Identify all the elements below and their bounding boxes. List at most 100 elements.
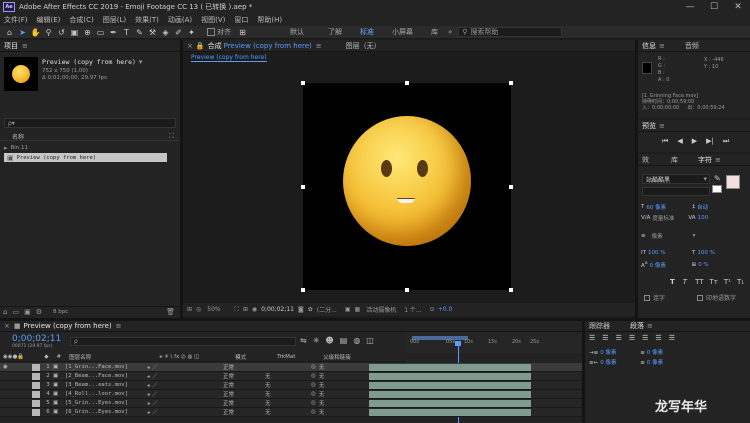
tab-preview[interactable]: 预览	[642, 121, 656, 131]
close-tab-icon[interactable]: ×	[187, 42, 193, 50]
exposure-value[interactable]: +0.0	[438, 306, 453, 313]
zoom-tool-icon[interactable]: ⚲	[43, 27, 54, 38]
timeline-timecode[interactable]: 0;00;02;11	[12, 334, 61, 344]
layer-trkmat[interactable]: 无	[265, 390, 311, 398]
menu-animation[interactable]: 动画(A)	[168, 15, 192, 25]
work-area-bar[interactable]	[412, 336, 468, 340]
menu-view[interactable]: 视图(V)	[201, 15, 225, 25]
search-help-field[interactable]: ⚲ 搜索帮助	[458, 27, 563, 37]
graph-editor-icon[interactable]: ◫	[366, 336, 374, 345]
column-mode[interactable]: 模式	[235, 353, 277, 361]
layer-trkmat[interactable]: 无	[265, 408, 311, 416]
layer-mode[interactable]: 正常	[223, 390, 265, 398]
workspace-learn[interactable]: 了解	[328, 27, 342, 37]
menu-window[interactable]: 窗口	[234, 15, 248, 25]
transform-handle[interactable]	[405, 81, 409, 85]
kerning-value[interactable]: 度量标准	[652, 214, 688, 222]
layer-duration-bar[interactable]	[368, 381, 531, 389]
justify-left-icon[interactable]: ☰	[629, 334, 635, 342]
lock-icon[interactable]: 🔒	[196, 42, 205, 50]
indent-left-value[interactable]: 0 像素	[600, 348, 640, 358]
close-icon[interactable]: ✕	[726, 0, 750, 14]
menu-composition[interactable]: 合成(C)	[69, 15, 93, 25]
tab-tracker[interactable]: 跟踪器	[589, 321, 610, 331]
home-icon[interactable]: ⌂	[4, 27, 15, 38]
type-tool-icon[interactable]: T	[121, 27, 132, 38]
label-swatch[interactable]	[32, 372, 40, 380]
comp-timecode[interactable]: 0;00;02;11	[261, 306, 294, 313]
tab-layer[interactable]: 图层（无）	[346, 41, 381, 51]
transform-handle[interactable]	[509, 81, 513, 85]
label-swatch[interactable]	[32, 390, 40, 398]
panel-menu-icon[interactable]: ≡	[116, 322, 122, 330]
layer-parent[interactable]: 无	[319, 390, 361, 398]
layer-mode[interactable]: 正常	[223, 363, 265, 371]
zoom-dropdown[interactable]: 50%	[207, 306, 220, 313]
layer-row[interactable]: 3 ▣ [3_Beam...eats.mov] ⚹ ／ 正常 无 ◎ 无	[0, 381, 582, 390]
label-swatch[interactable]	[32, 363, 40, 371]
tab-libraries[interactable]: 库	[671, 155, 678, 165]
layer-switches[interactable]: ⚹ ／	[147, 363, 223, 372]
transform-handle[interactable]	[301, 185, 305, 189]
clone-stamp-tool-icon[interactable]: ⚒	[147, 27, 158, 38]
align-right-icon[interactable]: ☰	[616, 334, 622, 342]
shy-icon[interactable]: ☻	[325, 336, 333, 345]
tab-info[interactable]: 信息	[642, 41, 656, 51]
playhead-handle[interactable]	[455, 341, 461, 346]
leading-value[interactable]: 自动	[697, 203, 708, 211]
bpc-label[interactable]: 8 bpc	[53, 309, 68, 315]
layer-trkmat[interactable]: 无	[265, 381, 311, 389]
menu-help[interactable]: 帮助(H)	[257, 15, 282, 25]
ligature-checkbox[interactable]	[644, 294, 650, 301]
fit-icon[interactable]: ⛶	[235, 306, 239, 314]
stroke-width-value[interactable]: 像素	[652, 232, 663, 240]
pickwhip-icon[interactable]: ◎	[311, 382, 316, 388]
minimize-icon[interactable]: —	[678, 0, 702, 14]
tab-paragraph[interactable]: 段落	[630, 321, 644, 331]
indent-right-value[interactable]: 0 像素	[600, 358, 640, 368]
align-left-icon[interactable]: ☰	[589, 334, 595, 342]
panel-menu-icon[interactable]: ≡	[659, 42, 665, 50]
layer-switches[interactable]: ⚹ ／	[147, 390, 223, 399]
resolution-dropdown[interactable]: (二分...	[317, 305, 337, 314]
layer-switches[interactable]: ⚹ ／	[147, 399, 223, 408]
eyedropper-icon[interactable]: ✎	[714, 174, 721, 183]
layer-row[interactable]: ◉ 1 ▣ [1_Grin...Face.mov] ⚹ ／ 正常 ◎ 无	[0, 363, 582, 372]
new-folder-icon[interactable]: ▭	[12, 308, 19, 316]
layer-trkmat[interactable]: 无	[265, 399, 311, 407]
layer-duration-bar[interactable]	[368, 390, 531, 398]
fill-color-swatch[interactable]	[726, 175, 740, 189]
layer-name[interactable]: [4_Roll...loor.mov]	[65, 391, 147, 397]
visibility-icon[interactable]: ◉	[3, 364, 29, 370]
transform-handle[interactable]	[301, 81, 305, 85]
layer-row[interactable]: 2 ▣ [2_Beam...Face.mov] ⚹ ／ 正常 无 ◎ 无	[0, 372, 582, 381]
panel-menu-icon[interactable]: ≡	[316, 42, 322, 50]
rectangle-tool-icon[interactable]: ▭	[95, 27, 106, 38]
layer-row[interactable]: 6 ▣ [6_Grin...Eyes.mov] ⚹ ／ 正常 无 ◎ 无	[0, 408, 582, 417]
panel-menu-icon[interactable]: ≡	[659, 122, 665, 130]
hand-tool-icon[interactable]: ✋	[30, 27, 41, 38]
layer-mode[interactable]: 正常	[223, 381, 265, 389]
reset-exposure-icon[interactable]: ⊙	[430, 306, 435, 313]
color-icon[interactable]: ✿	[308, 306, 313, 313]
layer-row[interactable]: 4 ▣ [4_Roll...loor.mov] ⚹ ／ 正常 无 ◎ 无	[0, 390, 582, 399]
hindi-digits-checkbox[interactable]	[697, 294, 704, 301]
timeline-search-input[interactable]: ρ	[70, 337, 296, 346]
snap-options-icon[interactable]: ⊞	[237, 27, 248, 38]
label-swatch[interactable]	[32, 381, 40, 389]
layer-parent[interactable]: 无	[319, 381, 361, 389]
baseline-shift-value[interactable]: 0 像素	[650, 261, 692, 269]
rotate-tool-icon[interactable]: ↺	[56, 27, 67, 38]
camera-tool-icon[interactable]: ▣	[69, 27, 80, 38]
font-style-dropdown[interactable]	[642, 187, 710, 196]
comp-flow-icon[interactable]: ⇋	[300, 336, 307, 345]
comp-breadcrumb[interactable]: Preview (copy from here)	[191, 54, 267, 62]
project-row-bin[interactable]: ▸ Bin.11	[0, 143, 180, 152]
menu-effect[interactable]: 效果(T)	[135, 15, 159, 25]
layer-name[interactable]: [2_Beam...Face.mov]	[65, 373, 147, 379]
last-frame-icon[interactable]: ⏭	[723, 137, 729, 146]
next-frame-icon[interactable]: ▶|	[706, 137, 714, 145]
camera-dropdown[interactable]: 活动摄像机	[366, 305, 396, 314]
brush-tool-icon[interactable]: ✎	[134, 27, 145, 38]
layer-duration-bar[interactable]	[368, 372, 531, 380]
